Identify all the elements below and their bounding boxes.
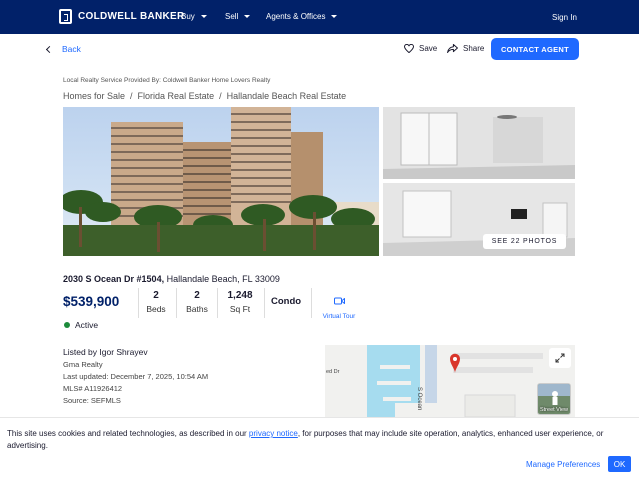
virtual-tour-label: Virtual Tour <box>322 313 356 320</box>
manage-preferences-link[interactable]: Manage Preferences <box>526 460 600 469</box>
privacy-notice-link[interactable]: privacy notice <box>249 429 298 438</box>
breadcrumb-florida[interactable]: Florida Real Estate <box>138 91 215 101</box>
nav-agents-offices[interactable]: Agents & Offices <box>266 12 338 21</box>
expand-arrows-icon <box>555 353 565 363</box>
agent-office: Gma Realty <box>63 360 103 369</box>
nav-buy-label: Buy <box>181 12 195 21</box>
brand-name: COLDWELL BANKER <box>78 11 185 22</box>
stat-divider <box>176 288 177 318</box>
map-side-label: ed Dr <box>326 369 340 375</box>
beds-value: 2 <box>153 290 159 301</box>
baths-value: 2 <box>194 290 200 301</box>
property-type: Condo <box>271 296 302 307</box>
cookie-text-before: This site uses cookies and related techn… <box>7 429 249 438</box>
brand-logo[interactable]: COLDWELL BANKER <box>59 9 185 24</box>
breadcrumb-separator: / <box>130 91 133 101</box>
nav-buy[interactable]: Buy <box>181 12 207 21</box>
address-city: Hallandale Beach, FL 33009 <box>166 274 280 284</box>
back-button[interactable]: Back <box>45 44 81 54</box>
heart-icon <box>404 44 414 53</box>
sqft-value: 1,248 <box>227 290 253 301</box>
share-label: Share <box>463 44 485 53</box>
cookie-message: This site uses cookies and related techn… <box>7 428 632 452</box>
cb-logo-icon <box>59 9 72 24</box>
listing-status: Active <box>64 320 98 330</box>
listed-by: Listed by Igor Shrayev <box>63 347 148 357</box>
street-view-button[interactable]: Street View <box>537 383 571 415</box>
share-button[interactable]: Share <box>447 44 484 53</box>
stat-divider <box>217 288 218 318</box>
last-updated: Last updated: December 7, 2025, 10:54 AM <box>63 372 209 381</box>
save-label: Save <box>419 44 438 53</box>
stat-divider <box>264 288 265 318</box>
chevron-down-icon <box>200 15 207 18</box>
listing-source: Source: SEFMLS <box>63 396 121 405</box>
map-expand-button[interactable] <box>549 348 571 368</box>
sqft-stat: 1,248 Sq Ft <box>224 290 256 314</box>
stat-divider <box>138 288 139 318</box>
service-provider-text: Local Realty Service Provided By: Coldwe… <box>63 77 271 84</box>
ok-button[interactable]: OK <box>608 456 631 472</box>
property-address: 2030 S Ocean Dr #1504, Hallandale Beach,… <box>63 274 280 284</box>
baths-label: Baths <box>186 304 208 314</box>
nav-sell[interactable]: Sell <box>225 12 251 21</box>
beds-label: Beds <box>146 304 166 314</box>
main-photo[interactable] <box>63 107 379 256</box>
video-camera-icon <box>333 297 345 305</box>
share-arrow-icon <box>447 44 458 53</box>
breadcrumb-hallandale[interactable]: Hallandale Beach Real Estate <box>227 91 347 101</box>
breadcrumb-homes-for-sale[interactable]: Homes for Sale <box>63 91 125 101</box>
breadcrumb: Homes for Sale / Florida Real Estate / H… <box>63 91 346 101</box>
chevron-down-icon <box>244 15 251 18</box>
street-view-label: Street View <box>539 407 569 413</box>
contact-agent-button[interactable]: CONTACT AGENT <box>491 38 579 60</box>
back-label: Back <box>62 44 81 54</box>
beds-stat: 2 Beds <box>146 290 166 314</box>
condo-tower-image <box>63 107 379 256</box>
mls-number: MLS# A11926412 <box>63 384 123 393</box>
chevron-left-icon <box>45 45 54 53</box>
chevron-down-icon <box>331 15 338 18</box>
map-street-label: S Ocean <box>416 387 422 411</box>
baths-stat: 2 Baths <box>184 290 210 314</box>
sqft-label: Sq Ft <box>229 304 251 314</box>
status-dot-icon <box>64 322 70 328</box>
address-street: 2030 S Ocean Dr #1504, <box>63 274 165 284</box>
save-button[interactable]: Save <box>404 44 437 53</box>
breadcrumb-separator: / <box>219 91 222 101</box>
status-label: Active <box>75 320 99 330</box>
nav-agents-label: Agents & Offices <box>266 12 326 21</box>
listing-price: $539,900 <box>63 294 120 309</box>
virtual-tour-button[interactable]: Virtual Tour <box>318 292 360 320</box>
sign-in-link[interactable]: Sign In <box>552 13 577 22</box>
interior-photo-1[interactable] <box>383 107 575 179</box>
stat-divider <box>311 288 312 318</box>
see-photos-button[interactable]: SEE 22 PHOTOS <box>483 234 566 249</box>
living-room-image <box>383 107 575 179</box>
listing-agent-info: Listed by Igor Shrayev Gma Realty Last u… <box>63 346 208 407</box>
nav-sell-label: Sell <box>225 12 239 21</box>
